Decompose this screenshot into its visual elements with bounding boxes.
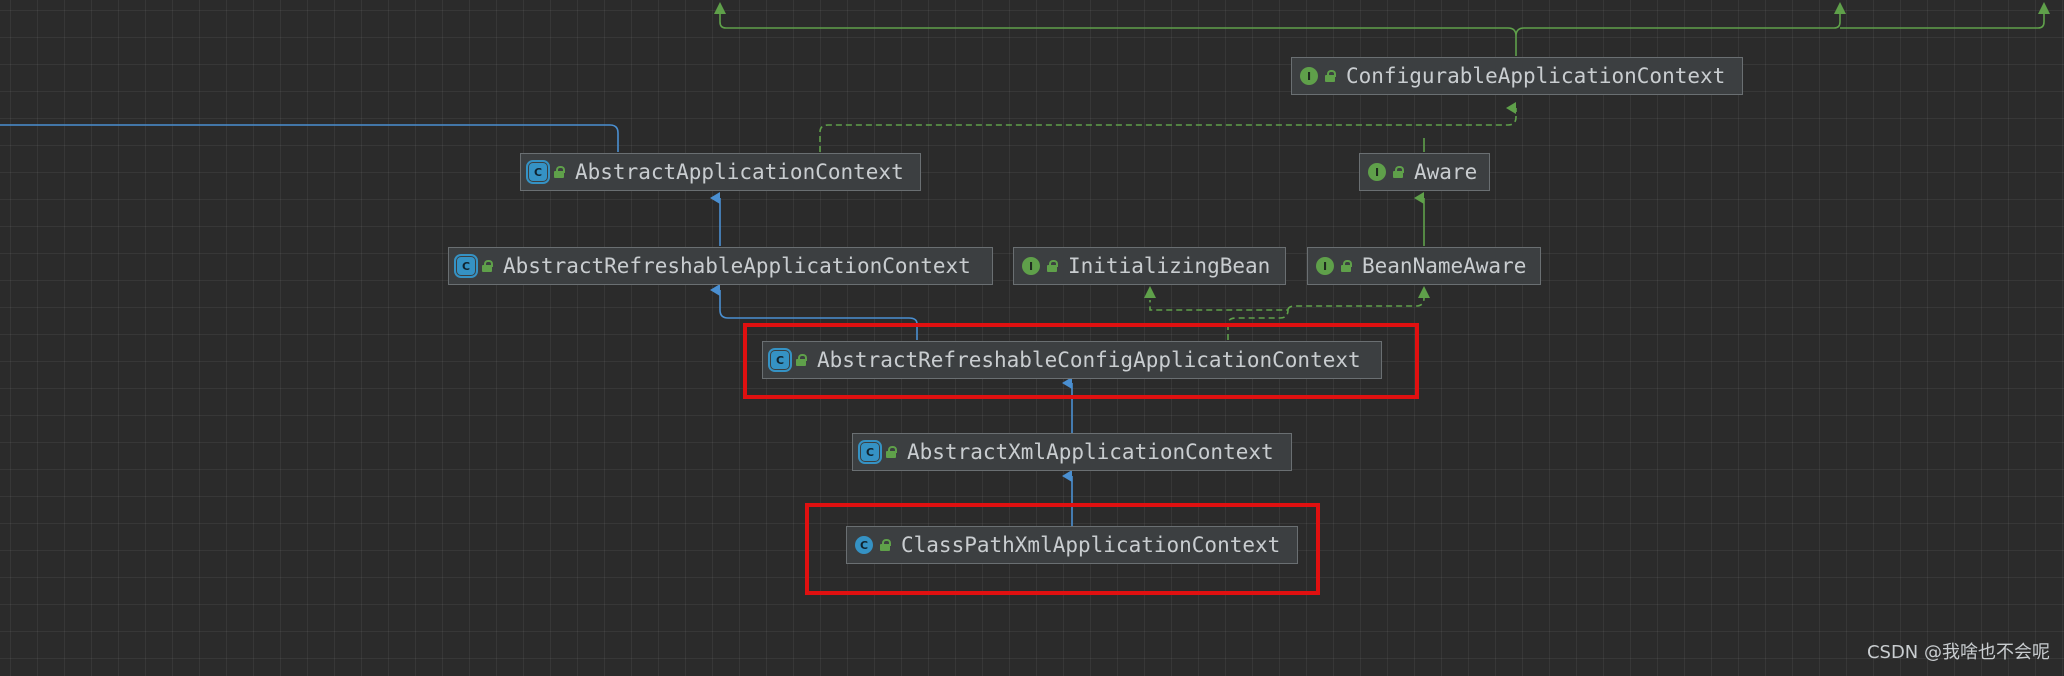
node-label: ClassPathXmlApplicationContext [901, 533, 1281, 557]
node-abstract-refreshable-config-application-context[interactable]: C AbstractRefreshableConfigApplicationCo… [762, 341, 1382, 379]
public-lock-icon [885, 446, 897, 458]
node-label: AbstractRefreshableConfigApplicationCont… [817, 348, 1361, 372]
node-initializing-bean[interactable]: I InitializingBean [1013, 247, 1286, 285]
node-abstract-xml-application-context[interactable]: C AbstractXmlApplicationContext [852, 433, 1292, 471]
edge-arrow-bna [1418, 286, 1430, 298]
node-label: AbstractApplicationContext [575, 160, 904, 184]
edge-arrow-top-1 [714, 2, 726, 14]
edge-arcac-to-arac [710, 284, 918, 340]
abstract-class-icon: C [768, 348, 792, 372]
node-abstract-application-context[interactable]: C AbstractApplicationContext [520, 153, 921, 191]
public-lock-icon [879, 539, 891, 551]
public-lock-icon [481, 260, 493, 272]
node-label: BeanNameAware [1362, 254, 1527, 278]
node-label: ConfigurableApplicationContext [1346, 64, 1726, 88]
public-lock-icon [1340, 260, 1352, 272]
edge-aac-to-cac [819, 102, 1517, 152]
edge-top-bracket [719, 14, 2045, 56]
public-lock-icon [1324, 70, 1336, 82]
abstract-class-icon: C [858, 440, 882, 464]
node-aware[interactable]: I Aware [1359, 153, 1490, 191]
interface-icon: I [1316, 257, 1334, 275]
node-abstract-refreshable-application-context[interactable]: C AbstractRefreshableApplicationContext [448, 247, 993, 285]
node-label: AbstractRefreshableApplicationContext [503, 254, 971, 278]
node-bean-name-aware[interactable]: I BeanNameAware [1307, 247, 1541, 285]
node-label: InitializingBean [1068, 254, 1271, 278]
public-lock-icon [1392, 166, 1404, 178]
node-label: Aware [1414, 160, 1478, 184]
edges-layer [0, 2, 2050, 527]
node-configurable-application-context[interactable]: I ConfigurableApplicationContext [1291, 57, 1743, 95]
interface-icon: I [1300, 67, 1318, 85]
class-icon: C [855, 536, 873, 554]
public-lock-icon [795, 354, 807, 366]
node-label: AbstractXmlApplicationContext [907, 440, 1274, 464]
edge-arcac-to-ib-bna [1149, 297, 1425, 340]
interface-icon: I [1022, 257, 1040, 275]
edge-left-extends [0, 124, 619, 152]
edge-arrow-top-3 [2038, 2, 2050, 14]
edge-arrow-ib [1144, 286, 1156, 298]
interface-icon: I [1368, 163, 1386, 181]
abstract-class-icon: C [454, 254, 478, 278]
node-class-path-xml-application-context[interactable]: C ClassPathXmlApplicationContext [846, 526, 1298, 564]
edge-arrow-top-2 [1834, 2, 1846, 14]
abstract-class-icon: C [526, 160, 550, 184]
watermark: CSDN @我啥也不会呢 [1866, 642, 2050, 663]
public-lock-icon [553, 166, 565, 178]
public-lock-icon [1046, 260, 1058, 272]
